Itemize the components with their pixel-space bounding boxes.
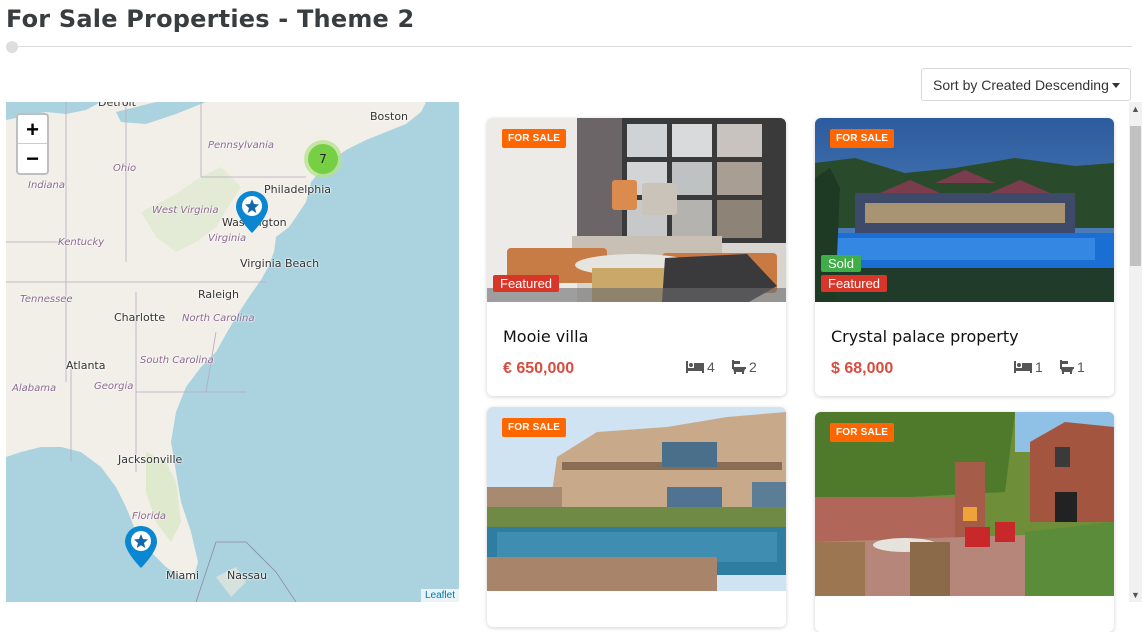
listing-photo: FOR SALE bbox=[487, 407, 786, 591]
bedrooms: 4 bbox=[686, 359, 715, 375]
listing-price: € 650,000 bbox=[503, 360, 575, 377]
bathrooms: 2 bbox=[732, 359, 757, 375]
for-sale-badge: FOR SALE bbox=[830, 129, 895, 148]
state-label: Virginia bbox=[208, 233, 247, 244]
state-label: South Carolina bbox=[140, 355, 214, 366]
state-label: Georgia bbox=[94, 381, 134, 392]
scroll-up-icon[interactable]: ▲ bbox=[1129, 102, 1142, 116]
listing-card[interactable]: FOR SALE bbox=[815, 412, 1114, 632]
city-label: Charlotte bbox=[114, 311, 166, 324]
map-marker-pin-icon[interactable] bbox=[124, 525, 158, 569]
bed-icon bbox=[1014, 361, 1032, 373]
sort-label: Sort by Created Descending bbox=[933, 76, 1109, 93]
state-label: Florida bbox=[132, 511, 167, 522]
state-label: Indiana bbox=[28, 180, 66, 191]
bed-count: 1 bbox=[1035, 359, 1043, 375]
page-title: For Sale Properties - Theme 2 bbox=[6, 5, 415, 33]
marker-cluster[interactable]: 7 bbox=[304, 140, 342, 178]
listing-card[interactable]: FOR SALE Sold Featured Crystal palace pr… bbox=[815, 118, 1114, 396]
map-zoom-control: + − bbox=[16, 113, 49, 175]
scrollbar-thumb[interactable] bbox=[1130, 126, 1141, 266]
city-label: Virginia Beach bbox=[240, 257, 320, 270]
cluster-count: 7 bbox=[308, 144, 338, 174]
sort-dropdown[interactable]: Sort by Created Descending bbox=[921, 68, 1131, 101]
sold-badge: Sold bbox=[821, 255, 862, 272]
for-sale-badge: FOR SALE bbox=[502, 129, 567, 148]
city-label: Boston bbox=[370, 110, 409, 123]
bed-icon bbox=[686, 361, 704, 373]
listing-photo: FOR SALE Featured bbox=[487, 118, 786, 302]
state-label: Kentucky bbox=[58, 237, 105, 248]
bedrooms: 1 bbox=[1014, 359, 1043, 375]
city-label: Jacksonville bbox=[118, 453, 183, 466]
city-label: Philadelphia bbox=[264, 183, 332, 196]
listing-title[interactable]: Crystal palace property bbox=[831, 327, 1019, 346]
state-label: North Carolina bbox=[182, 313, 255, 324]
bath-count: 2 bbox=[749, 359, 757, 375]
city-label: Atlanta bbox=[66, 359, 106, 372]
leaflet-attribution-link[interactable]: Leaflet bbox=[420, 589, 459, 602]
city-label: Raleigh bbox=[198, 288, 239, 301]
title-divider bbox=[12, 46, 1132, 47]
map-marker-pin-icon[interactable] bbox=[235, 190, 269, 234]
bed-count: 4 bbox=[707, 359, 715, 375]
listing-card[interactable]: FOR SALE bbox=[487, 407, 786, 627]
city-label: Miami bbox=[166, 569, 200, 582]
map-tiles bbox=[6, 102, 426, 602]
bath-icon bbox=[732, 360, 746, 374]
state-label: Pennsylvania bbox=[208, 140, 275, 151]
for-sale-badge: FOR SALE bbox=[830, 423, 895, 442]
listings-scrollbar[interactable]: ▲ ▼ bbox=[1129, 102, 1142, 602]
zoom-in-button[interactable]: + bbox=[18, 115, 47, 144]
scroll-down-icon[interactable]: ▼ bbox=[1129, 588, 1142, 602]
caret-down-icon bbox=[1112, 83, 1120, 88]
state-label: Tennessee bbox=[20, 294, 73, 305]
featured-badge: Featured bbox=[493, 275, 560, 292]
featured-badge: Featured bbox=[821, 275, 888, 292]
city-label: Detroit bbox=[98, 102, 136, 109]
bath-icon bbox=[1060, 360, 1074, 374]
listing-photo: FOR SALE Sold Featured bbox=[815, 118, 1114, 302]
city-label: Nassau bbox=[227, 569, 268, 582]
zoom-out-button[interactable]: − bbox=[18, 144, 47, 173]
state-label: Alabama bbox=[12, 383, 57, 394]
listing-price: $ 68,000 bbox=[831, 360, 894, 377]
bath-count: 1 bbox=[1077, 359, 1085, 375]
state-label: West Virginia bbox=[152, 205, 219, 216]
state-label: Ohio bbox=[113, 163, 137, 174]
map[interactable]: Detroit Boston Philadelphia Washington V… bbox=[6, 102, 459, 602]
listing-photo: FOR SALE bbox=[815, 412, 1114, 596]
bathrooms: 1 bbox=[1060, 359, 1085, 375]
for-sale-badge: FOR SALE bbox=[502, 418, 567, 437]
listing-title[interactable]: Mooie villa bbox=[503, 327, 588, 346]
divider-dot bbox=[6, 41, 18, 53]
listing-card[interactable]: FOR SALE Featured Mooie villa € 650,000 … bbox=[487, 118, 786, 396]
